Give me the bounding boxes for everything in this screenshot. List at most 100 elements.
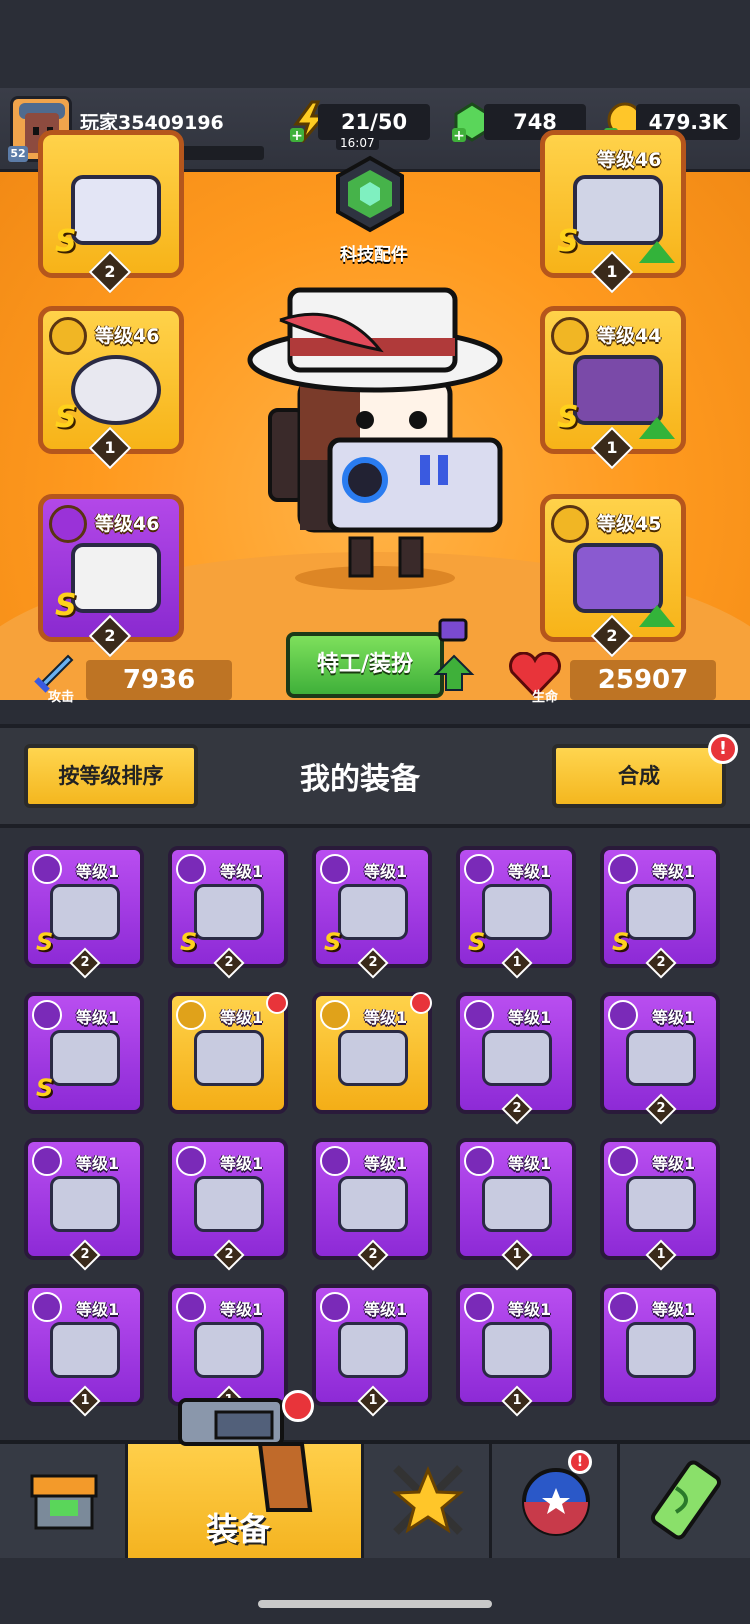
inventory-item[interactable]: 等级11 (168, 1284, 288, 1417)
agent-outfit-button[interactable]: 特工/装扮 (286, 632, 444, 698)
item-level: 等级1 (220, 862, 264, 881)
inventory-item[interactable]: 等级1 1 (456, 1138, 576, 1271)
belt-icon (320, 1146, 350, 1176)
belt-icon (551, 317, 589, 355)
equip-slot-weapon[interactable]: S 2 (38, 130, 184, 294)
item-level: 等级1 (652, 1300, 696, 1319)
equip-slot-armor[interactable]: 等级46 S 1 (540, 130, 686, 294)
inventory-item[interactable]: 等级1 1 (600, 1138, 720, 1271)
necklace-icon (32, 1292, 62, 1322)
sort-by-level-button[interactable]: 按等级排序 (24, 744, 198, 808)
inventory-item[interactable]: 等级1 2 (312, 1138, 432, 1271)
inventory-item[interactable]: 等级1 (600, 1284, 720, 1406)
energy-counter: 21/50 (318, 104, 430, 140)
necklace-icon (176, 1146, 206, 1176)
shirt-icon (608, 1000, 638, 1030)
rank-badge: S (468, 928, 486, 956)
count-badge: 1 (501, 1239, 533, 1271)
merge-alert-badge: ! (708, 734, 738, 764)
attack-value: 7936 (86, 660, 232, 700)
inventory-title: 我的装备 (300, 762, 420, 797)
glove-icon (320, 1292, 350, 1322)
item-level: 等级1 (364, 1008, 408, 1027)
item-level: 等级1 (508, 1300, 552, 1319)
item-art (194, 1030, 264, 1086)
avatar-badge: 52 (8, 146, 28, 162)
agent-button-decor-icon (433, 618, 475, 691)
tab-heroes[interactable] (364, 1444, 492, 1558)
inventory-item[interactable]: 等级1 S 2 (168, 846, 288, 979)
item-level: 等级1 (652, 1154, 696, 1173)
equip-slot-necklace[interactable]: 等级46 S 1 (38, 306, 184, 470)
count-badge: 1 (501, 947, 533, 979)
svg-text:+: + (453, 128, 465, 144)
glove-icon (320, 1000, 350, 1030)
gun-icon (608, 854, 638, 884)
rank-badge: S (557, 224, 579, 259)
item-art (482, 1176, 552, 1232)
inventory-item[interactable]: 等级1 2 (24, 1138, 144, 1271)
necklace-icon (32, 1000, 62, 1030)
inventory-item[interactable]: 等级1 2 (600, 992, 720, 1125)
rank-badge: S (55, 224, 77, 259)
item-art (338, 1030, 408, 1086)
count-badge: 1 (69, 1385, 101, 1417)
inventory-item[interactable]: 等级11 (24, 1284, 144, 1417)
dna-capsule-icon (650, 1460, 722, 1540)
item-art (338, 1322, 408, 1378)
tab-gacha[interactable]: ! (492, 1444, 620, 1558)
item-level: 等级1 (364, 1154, 408, 1173)
inventory-item[interactable]: 等级1 S 2 (600, 846, 720, 979)
item-level: 等级1 (508, 862, 552, 881)
item-level: 等级1 (364, 862, 408, 881)
inventory-item[interactable]: 等级1 S (24, 992, 144, 1114)
attack-label: 攻击 (48, 690, 75, 705)
hero-character[interactable] (240, 280, 510, 600)
inventory-item[interactable]: 等级1 (312, 992, 432, 1114)
inventory-item[interactable]: 等级1 (168, 992, 288, 1114)
inventory-item[interactable]: 等级1 S 2 (312, 846, 432, 979)
item-art (626, 1322, 696, 1378)
item-level: 等级1 (508, 1154, 552, 1173)
slot-level: 等级46 (95, 325, 160, 347)
rank-badge: S (557, 400, 579, 435)
gun-icon (608, 1292, 638, 1322)
item-level: 等级1 (220, 1154, 264, 1173)
count-badge: 1 (357, 1385, 389, 1417)
item-art (50, 1322, 120, 1378)
inventory-item[interactable]: 等级1 2 (456, 992, 576, 1125)
count-badge: 2 (69, 947, 101, 979)
necklace-icon (49, 317, 87, 355)
inventory-item[interactable]: 等级1 S 2 (24, 846, 144, 979)
equip-slot-glove[interactable]: 等级46 S 2 (38, 494, 184, 658)
game-screen: { "player": {"name": "玩家35409196", "leve… (0, 0, 750, 1624)
count-badge: 2 (357, 947, 389, 979)
inventory-item[interactable]: 等级1 1 (456, 1284, 576, 1417)
item-art (626, 1176, 696, 1232)
upgrade-arrow-icon (639, 417, 675, 439)
gun-icon (32, 854, 62, 884)
equip-slot-belt[interactable]: 等级44 S 1 (540, 306, 686, 470)
item-level: 等级1 (652, 862, 696, 881)
count-badge: 1 (501, 1385, 533, 1417)
bottom-safe-area (0, 1558, 750, 1624)
count-badge: 1 (645, 1239, 677, 1271)
item-level: 等级1 (364, 1300, 408, 1319)
inventory-item[interactable]: 等级1 1 (312, 1284, 432, 1417)
tech-accessory-icon[interactable] (330, 154, 410, 234)
equip-slot-boots[interactable]: 等级45 2 (540, 494, 686, 658)
status-bar-area (0, 0, 750, 88)
belt-icon (176, 854, 206, 884)
inventory-item[interactable]: 等级1 S 1 (456, 846, 576, 979)
gun-icon (464, 1146, 494, 1176)
tab-shop[interactable] (0, 1444, 128, 1558)
count-badge: 2 (213, 1239, 245, 1271)
item-level: 等级1 (76, 1154, 120, 1173)
inventory-item[interactable]: 等级1 2 (168, 1138, 288, 1271)
item-art (482, 1030, 552, 1086)
item-art (50, 884, 120, 940)
rank-badge: S (180, 928, 198, 956)
inventory-grid: 等级1 S 2 等级1 S 2 等级1 S 2 等级1 S 1 等级1 S 2 等级1 S 等级1 等级1 等级1 2 等… (0, 828, 750, 1440)
merge-button[interactable]: 合成 (552, 744, 726, 808)
tab-lab[interactable] (620, 1444, 750, 1558)
